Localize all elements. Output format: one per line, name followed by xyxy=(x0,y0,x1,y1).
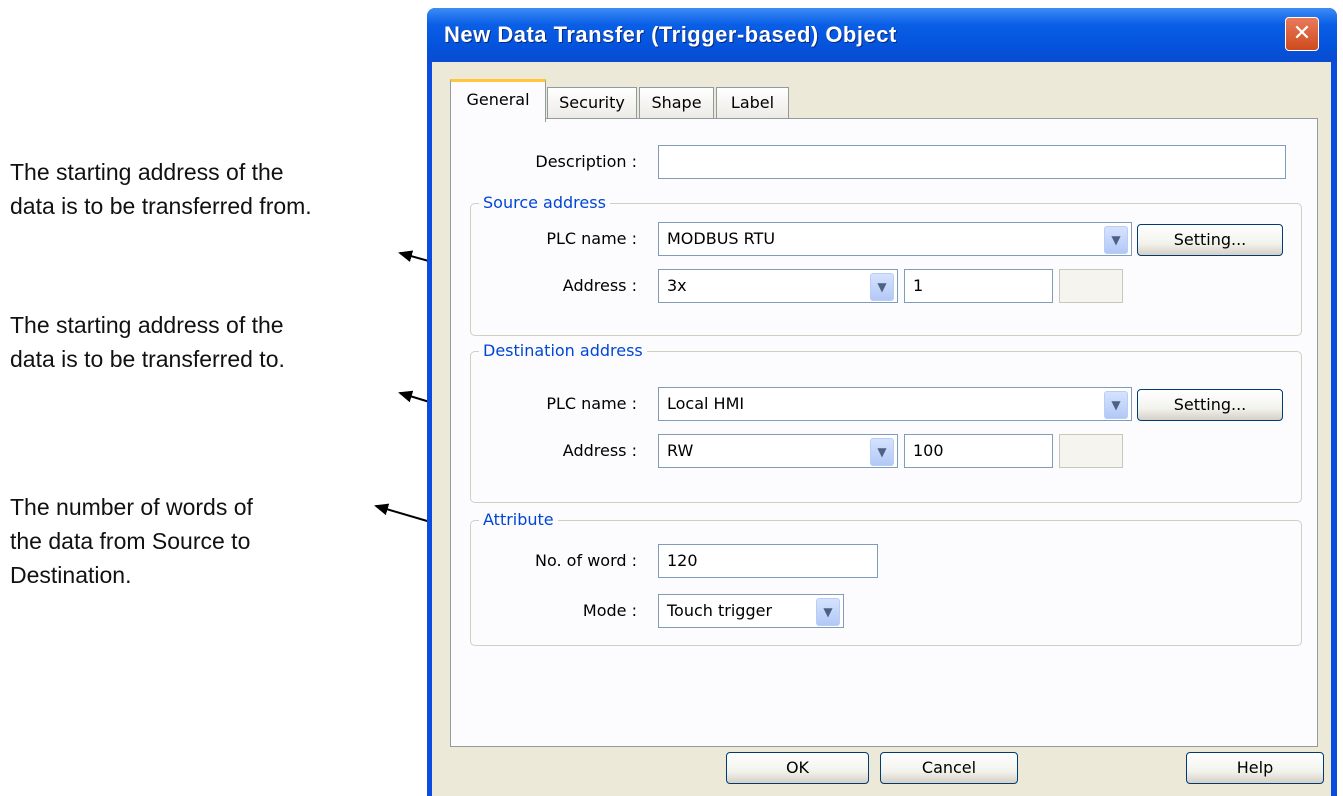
source-plc-select[interactable]: MODBUS RTU ▼ xyxy=(658,222,1132,256)
mode-select[interactable]: Touch trigger ▼ xyxy=(658,594,844,628)
mode-label: Mode : xyxy=(582,601,637,620)
source-setting-button[interactable]: Setting... xyxy=(1137,224,1283,256)
destination-address-field[interactable]: 100 xyxy=(904,434,1053,468)
cancel-button[interactable]: Cancel xyxy=(880,752,1018,784)
source-address-label: Address : xyxy=(562,276,637,295)
chevron-down-icon[interactable]: ▼ xyxy=(870,438,894,466)
chevron-down-icon[interactable]: ▼ xyxy=(870,273,894,301)
source-address-type-value: 3x xyxy=(667,276,687,295)
description-label: Description : xyxy=(535,152,637,171)
dialog-title: New Data Transfer (Trigger-based) Object xyxy=(444,22,897,47)
destination-plc-select[interactable]: Local HMI ▼ xyxy=(658,387,1132,421)
destination-address-extra-field xyxy=(1059,434,1123,468)
help-button[interactable]: Help xyxy=(1186,752,1324,784)
destination-address-label: Address : xyxy=(562,441,637,460)
data-transfer-dialog: New Data Transfer (Trigger-based) Object… xyxy=(427,8,1337,796)
source-address-type-select[interactable]: 3x ▼ xyxy=(658,269,898,303)
tab-label[interactable]: Label xyxy=(716,87,789,118)
general-tab-page: Description : Source address PLC name : … xyxy=(450,118,1318,747)
attribute-legend: Attribute xyxy=(479,510,558,529)
destination-address-type-select[interactable]: RW ▼ xyxy=(658,434,898,468)
words-label: No. of word : xyxy=(535,551,637,570)
chevron-down-icon[interactable]: ▼ xyxy=(816,598,840,626)
destination-address-group: Destination address xyxy=(470,341,1302,503)
tab-general[interactable]: General xyxy=(450,79,546,122)
destination-address-legend: Destination address xyxy=(479,341,647,360)
chevron-down-icon[interactable]: ▼ xyxy=(1104,391,1128,419)
source-address-extra-field xyxy=(1059,269,1123,303)
tab-security[interactable]: Security xyxy=(547,87,637,118)
source-address-field[interactable]: 1 xyxy=(904,269,1053,303)
title-bar[interactable]: New Data Transfer (Trigger-based) Object… xyxy=(427,8,1337,62)
words-field[interactable]: 120 xyxy=(658,544,878,578)
source-plc-label: PLC name : xyxy=(546,229,637,248)
dialog-client: General Security Shape Label Description… xyxy=(432,62,1331,796)
attribute-group: Attribute xyxy=(470,510,1302,646)
source-plc-value: MODBUS RTU xyxy=(667,229,776,248)
destination-setting-button[interactable]: Setting... xyxy=(1137,389,1283,421)
chevron-down-icon[interactable]: ▼ xyxy=(1104,226,1128,254)
destination-address-type-value: RW xyxy=(667,441,694,460)
source-address-legend: Source address xyxy=(479,193,610,212)
mode-value: Touch trigger xyxy=(667,601,773,620)
ok-button[interactable]: OK xyxy=(726,752,869,784)
destination-plc-label: PLC name : xyxy=(546,394,637,413)
tab-shape[interactable]: Shape xyxy=(639,87,714,118)
close-icon[interactable]: ✕ xyxy=(1285,17,1319,51)
description-field[interactable] xyxy=(658,145,1286,179)
destination-plc-value: Local HMI xyxy=(667,394,745,413)
